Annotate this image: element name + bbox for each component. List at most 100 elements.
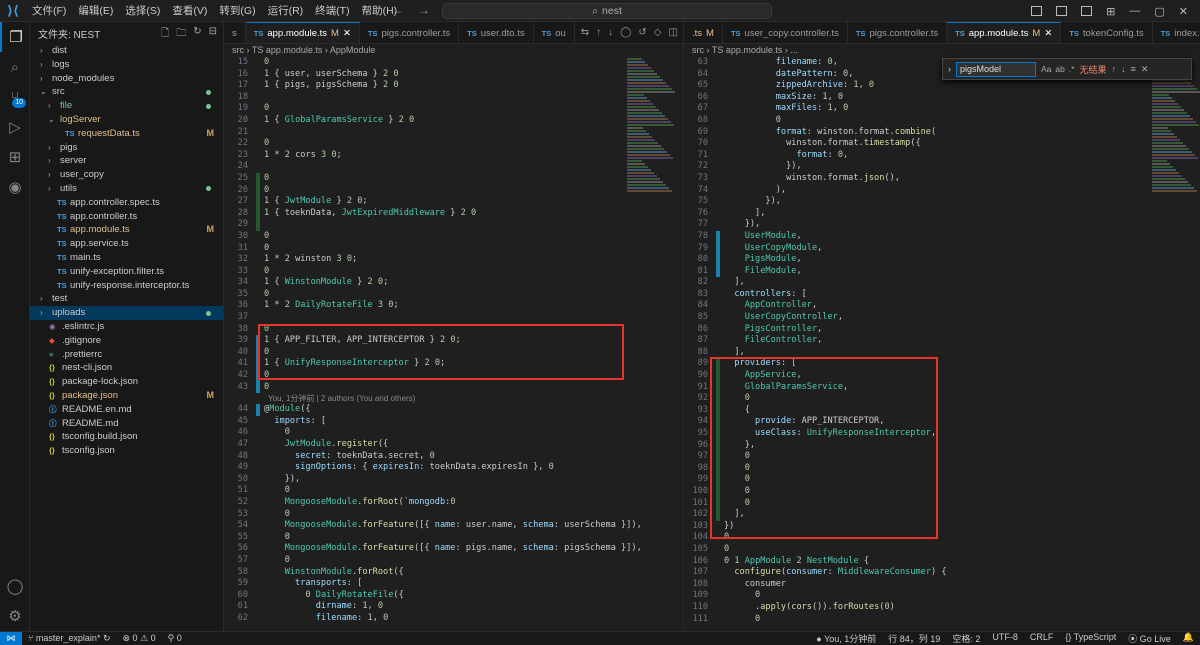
search-view-icon[interactable]: ⌕	[0, 52, 30, 82]
minimap-left[interactable]	[627, 57, 677, 631]
code-line[interactable]: 82 ],	[684, 277, 1200, 289]
code-line[interactable]: 85 UserCopyController,	[684, 312, 1200, 324]
encoding-indicator[interactable]: UTF-8	[986, 632, 1024, 645]
tab-user-dto[interactable]: TS user.dto.ts	[459, 22, 533, 44]
source-control-icon[interactable]: ⑂ 10	[0, 82, 30, 112]
code-line[interactable]: 37	[224, 312, 683, 324]
tab-partial[interactable]: s	[224, 22, 246, 44]
code-line[interactable]: 58 WinstonModule.forRoot({	[224, 567, 683, 579]
code-line[interactable]: 87 FileController,	[684, 335, 1200, 347]
menu-edit[interactable]: 编辑(E)	[72, 0, 119, 22]
menu-go[interactable]: 转到(G)	[213, 0, 261, 22]
code-area-right[interactable]: 63 filename: 0, 64 datePattern: 0, 65 zi…	[684, 57, 1200, 625]
tab-app-module-right[interactable]: TS app.module.ts M ✕	[947, 22, 1061, 44]
close-tab-icon[interactable]: ✕	[343, 28, 351, 39]
file-item[interactable]: TS requestData.ts M	[30, 127, 223, 141]
code-line[interactable]: 33 0	[224, 266, 683, 278]
code-line[interactable]: 34 1 { WinstonModule } 2 0;	[224, 277, 683, 289]
code-line[interactable]: 107 configure(consumer: MiddlewareConsum…	[684, 567, 1200, 579]
folder-item[interactable]: › dist	[30, 44, 223, 58]
folder-item[interactable]: › pigs	[30, 141, 223, 155]
maximize-icon[interactable]: ▢	[1154, 5, 1164, 18]
forward-arrow-icon[interactable]: →	[418, 3, 430, 17]
explorer-icon[interactable]: ❐	[0, 22, 30, 52]
tab-pigs-controller-right[interactable]: TS pigs.controller.ts	[848, 22, 947, 44]
code-line[interactable]: 46 0	[224, 427, 683, 439]
code-line[interactable]: 48 secret: toeknData.secret, 0	[224, 451, 683, 463]
layout-secondary-icon[interactable]	[1081, 6, 1092, 16]
command-center-search[interactable]: ⌕ nest	[442, 3, 772, 19]
code-line[interactable]: 45 imports: [	[224, 416, 683, 428]
crumb-src[interactable]: src	[692, 45, 704, 55]
code-line[interactable]: 86 PigsController,	[684, 324, 1200, 336]
find-input[interactable]: pigsModel	[956, 62, 1036, 77]
code-line[interactable]: 60 0 DailyRotateFile({	[224, 590, 683, 602]
folder-item[interactable]: ⌄ logServer	[30, 113, 223, 127]
code-line[interactable]: 43 0	[224, 382, 683, 394]
code-line[interactable]: 15 0	[224, 57, 683, 69]
code-line[interactable]: 66 maxSize: 1, 0	[684, 92, 1200, 104]
code-line[interactable]: 111 0	[684, 614, 1200, 626]
cursor-position[interactable]: 行 84，列 19	[882, 632, 946, 645]
code-line[interactable]: 106 0 1 AppModule 2 NestModule {	[684, 556, 1200, 568]
close-find-icon[interactable]: ✕	[1141, 64, 1149, 75]
refresh-icon[interactable]: ↻	[193, 26, 201, 43]
code-line[interactable]: 76 ],	[684, 208, 1200, 220]
codelens-blame[interactable]: You, 1分钟前 | 2 authors (You and others)	[224, 393, 683, 404]
code-line[interactable]: 80 PigsModule,	[684, 254, 1200, 266]
tab-partial-right[interactable]: .ts M	[684, 22, 723, 44]
code-line[interactable]: 69 format: winston.format.combine(	[684, 127, 1200, 139]
code-line[interactable]: 79 UserCopyModule,	[684, 243, 1200, 255]
file-item[interactable]: TS unify-response.interceptor.ts	[30, 279, 223, 293]
tab-overflow[interactable]: TS ou	[534, 22, 575, 44]
ports-indicator[interactable]: ⚲ 0	[162, 633, 188, 644]
menu-run[interactable]: 运行(R)	[262, 0, 310, 22]
crumb-symbol[interactable]: AppModule	[330, 45, 376, 55]
code-line[interactable]: 52 MongooseModule.forRoot(`mongodb:0	[224, 497, 683, 509]
folder-item[interactable]: › test	[30, 292, 223, 306]
code-line[interactable]: 32 1 * 2 winston 3 0;	[224, 254, 683, 266]
code-line[interactable]: 109 0	[684, 590, 1200, 602]
extensions-icon[interactable]: ⊞	[0, 142, 30, 172]
folder-item[interactable]: › uploads	[30, 306, 223, 320]
code-line[interactable]: 49 signOptions: { expiresIn: toeknData.e…	[224, 462, 683, 474]
language-indicator[interactable]: {} TypeScript	[1059, 632, 1122, 645]
menu-view[interactable]: 查看(V)	[166, 0, 213, 22]
code-line[interactable]: 50 }),	[224, 474, 683, 486]
menu-file[interactable]: 文件(F)	[26, 0, 72, 22]
code-line[interactable]: 36 1 * 2 DailyRotateFile 3 0;	[224, 300, 683, 312]
code-line[interactable]: 67 maxFiles: 1, 0	[684, 103, 1200, 115]
chat-icon[interactable]: ◉	[0, 172, 30, 202]
eol-indicator[interactable]: CRLF	[1024, 632, 1060, 645]
code-line[interactable]: 47 JwtModule.register({	[224, 439, 683, 451]
folder-item[interactable]: › user_copy	[30, 168, 223, 182]
code-line[interactable]: 23 1 * 2 cors 3 0;	[224, 150, 683, 162]
split-editor-icon[interactable]: ◫	[668, 27, 677, 38]
code-line[interactable]: 57 0	[224, 555, 683, 567]
file-item[interactable]: TS unify-exception.filter.ts	[30, 265, 223, 279]
problems-indicator[interactable]: ⊗ 0 ⚠ 0	[117, 633, 162, 644]
minimap-right[interactable]	[1152, 57, 1200, 631]
file-item[interactable]: TS main.ts	[30, 251, 223, 265]
file-item[interactable]: ⓘ README.en.md	[30, 403, 223, 417]
settings-gear-icon[interactable]: ⚙	[0, 601, 30, 631]
minimize-icon[interactable]: —	[1129, 5, 1140, 17]
file-item[interactable]: {} nest-cli.json	[30, 361, 223, 375]
code-line[interactable]: 74 ),	[684, 185, 1200, 197]
code-line[interactable]: 77 }),	[684, 219, 1200, 231]
collapse-all-icon[interactable]: ⊟	[209, 26, 217, 43]
file-item[interactable]: {} tsconfig.json	[30, 444, 223, 458]
branch-indicator[interactable]: ⑂ master_explain* ↻	[22, 633, 117, 644]
layout-panel-icon[interactable]	[1056, 6, 1067, 16]
code-line[interactable]: 30 0	[224, 231, 683, 243]
folder-item[interactable]: › server	[30, 154, 223, 168]
code-line[interactable]: 75 }),	[684, 196, 1200, 208]
folder-item[interactable]: › file	[30, 99, 223, 113]
tab-pigs-controller[interactable]: TS pigs.controller.ts	[360, 22, 459, 44]
code-line[interactable]: 108 consumer	[684, 579, 1200, 591]
code-line[interactable]: 24	[224, 161, 683, 173]
code-line[interactable]: 59 transports: [	[224, 578, 683, 590]
crumb-file[interactable]: TS app.module.ts	[712, 45, 783, 55]
compare-icon[interactable]: ⇆	[581, 27, 589, 38]
file-item[interactable]: TS app.controller.ts	[30, 210, 223, 224]
